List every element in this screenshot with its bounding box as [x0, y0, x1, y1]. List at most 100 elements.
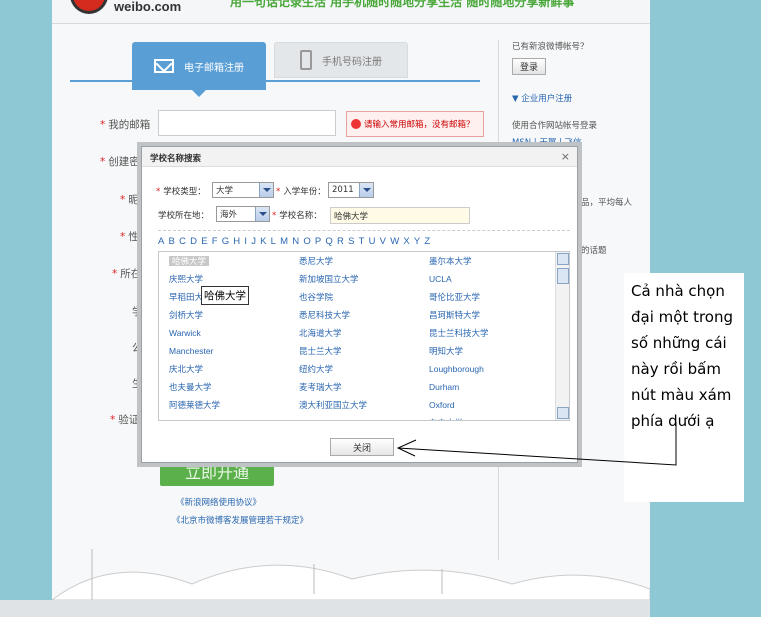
chevron-down-icon: [259, 183, 273, 197]
close-icon[interactable]: ×: [561, 150, 570, 163]
school-item[interactable]: 墨尔本大学: [429, 252, 489, 270]
school-item[interactable]: 也夫曼大学: [169, 378, 220, 396]
alphabet-letter[interactable]: L: [271, 236, 276, 247]
login-button[interactable]: 登录: [512, 58, 546, 75]
alphabet-letter[interactable]: J: [251, 236, 256, 247]
alphabet-letter[interactable]: Y: [414, 236, 420, 247]
has-account-text: 已有新浪微博帐号？: [512, 42, 589, 52]
school-item-label: 东京大学: [429, 418, 463, 420]
school-item[interactable]: 哈佛大学: [169, 252, 220, 270]
alphabet-letter[interactable]: V: [380, 236, 386, 247]
school-item[interactable]: 昆士兰大学: [299, 342, 367, 360]
weibo-logo-icon: [70, 0, 108, 14]
school-item[interactable]: 哥伦比亚大学: [429, 288, 489, 306]
alphabet-letter[interactable]: S: [348, 236, 354, 247]
school-item[interactable]: 阿德莱德大学: [169, 396, 220, 414]
email-error-tip: 请输入常用邮箱，没有邮箱？: [346, 111, 484, 137]
alphabet-letter[interactable]: X: [403, 236, 409, 247]
school-item-label: Coventry: [299, 418, 333, 420]
alphabet-letter[interactable]: B: [169, 236, 175, 247]
school-name-label: * 学校名称：: [272, 209, 322, 221]
scroll-down-icon[interactable]: [557, 407, 569, 419]
required-mark: *: [112, 268, 118, 280]
alphabet-letter[interactable]: R: [337, 236, 344, 247]
tab-phone-register[interactable]: 手机号码注册: [274, 42, 408, 78]
alphabet-letter[interactable]: G: [222, 236, 229, 247]
alphabet-letter[interactable]: T: [359, 236, 365, 247]
school-type-select[interactable]: 大学: [212, 182, 274, 198]
school-item[interactable]: 悉尼科技大学: [299, 306, 367, 324]
school-item[interactable]: 新加坡国立大学: [299, 270, 367, 288]
school-item[interactable]: Exeter: [169, 414, 220, 420]
required-mark: *: [276, 187, 281, 197]
school-item-label: Manchester: [169, 346, 214, 356]
school-item-label: 纽约大学: [299, 364, 334, 374]
alphabet-letter[interactable]: M: [280, 236, 288, 247]
school-location-value: 海外: [220, 210, 238, 220]
email-field[interactable]: [158, 110, 336, 136]
school-item[interactable]: 庆北大学: [169, 360, 220, 378]
school-type-label: * 学校类型：: [156, 185, 206, 197]
school-item[interactable]: Oxford: [429, 396, 489, 414]
school-item[interactable]: 昌珂斯特大学: [429, 306, 489, 324]
alphabet-letter[interactable]: W: [390, 236, 399, 247]
school-item[interactable]: Manchester: [169, 342, 220, 360]
school-item[interactable]: 明知大学: [429, 342, 489, 360]
alphabet-letter[interactable]: F: [212, 236, 218, 247]
alphabet-letter[interactable]: U: [369, 236, 376, 247]
enterprise-register-link[interactable]: ▼ 企业用户注册: [512, 92, 572, 104]
alphabet-letter[interactable]: I: [244, 236, 247, 247]
school-item[interactable]: 纽约大学: [299, 360, 367, 378]
school-item[interactable]: 昆士兰科技大学: [429, 324, 489, 342]
alphabet-letter[interactable]: E: [201, 236, 207, 247]
alphabet-letter[interactable]: H: [233, 236, 240, 247]
school-location-select[interactable]: 海外: [216, 206, 270, 222]
close-dialog-button[interactable]: 关闭: [330, 438, 394, 456]
alphabet-letter[interactable]: P: [315, 236, 321, 247]
alphabet-letter[interactable]: K: [260, 236, 266, 247]
list-scrollbar[interactable]: [555, 252, 569, 420]
school-item-label: 悉尼大学: [299, 256, 334, 266]
bottom-strip: [0, 600, 650, 617]
alphabet-letter[interactable]: A: [158, 236, 164, 247]
school-item[interactable]: 北海道大学: [299, 324, 367, 342]
school-name-label-text: 学校名称：: [279, 211, 322, 221]
school-item-label: Warwick: [169, 328, 201, 338]
school-item[interactable]: UCLA: [429, 270, 489, 288]
tab-email-register[interactable]: 电子邮箱注册: [132, 42, 266, 97]
school-item-label: 悉尼科技大学: [299, 310, 351, 320]
school-item[interactable]: 澳大利亚国立大学: [299, 396, 367, 414]
school-column-1: 哈佛大学 庆熙大学 早稻田大学 剑桥大学 Warwick Manchester 庆北大学 也夫…: [169, 252, 220, 420]
school-item[interactable]: 麦考瑞大学: [299, 378, 367, 396]
alphabet-letter[interactable]: Q: [325, 236, 332, 247]
school-item[interactable]: Coventry: [299, 414, 367, 420]
school-item-label: 哈佛大学: [169, 256, 210, 266]
school-item[interactable]: 悉尼大学: [299, 252, 367, 270]
agreement-link[interactable]: 《新浪网络使用协议》: [176, 496, 261, 508]
chevron-down-icon: [255, 207, 269, 221]
envelope-icon: [154, 59, 174, 73]
required-mark: *: [120, 194, 126, 206]
school-name-input[interactable]: 哈佛大学: [330, 207, 470, 224]
scroll-up-icon[interactable]: [557, 253, 569, 265]
alphabet-letter[interactable]: Z: [424, 236, 430, 247]
alphabet-letter[interactable]: O: [303, 236, 310, 247]
alphabet-letter[interactable]: D: [190, 236, 197, 247]
school-column-2: 悉尼大学新加坡国立大学 也谷学院悉尼科技大学 北海道大学昆士兰大学纽约大学麦考瑞大学…: [299, 252, 367, 420]
school-item[interactable]: 剑桥大学: [169, 306, 220, 324]
school-item[interactable]: 也谷学院: [299, 288, 367, 306]
school-item[interactable]: Loughborough: [429, 360, 489, 378]
school-item[interactable]: 东京大学: [429, 414, 489, 420]
tab-underline: [70, 80, 480, 82]
alphabet-letter[interactable]: N: [292, 236, 299, 247]
required-mark: *: [110, 414, 116, 426]
school-item-label: 墨尔本大学: [429, 256, 472, 266]
scroll-thumb[interactable]: [557, 268, 569, 284]
school-item-label: 北海道大学: [299, 328, 342, 338]
school-item[interactable]: Durham: [429, 378, 489, 396]
alphabet-letter[interactable]: C: [179, 236, 186, 247]
enroll-year-select[interactable]: 2011: [328, 182, 374, 198]
regulation-link[interactable]: 《北京市微博客发展管理若干规定》: [172, 514, 308, 526]
school-item-label: UCLA: [429, 274, 452, 284]
school-item[interactable]: Warwick: [169, 324, 220, 342]
